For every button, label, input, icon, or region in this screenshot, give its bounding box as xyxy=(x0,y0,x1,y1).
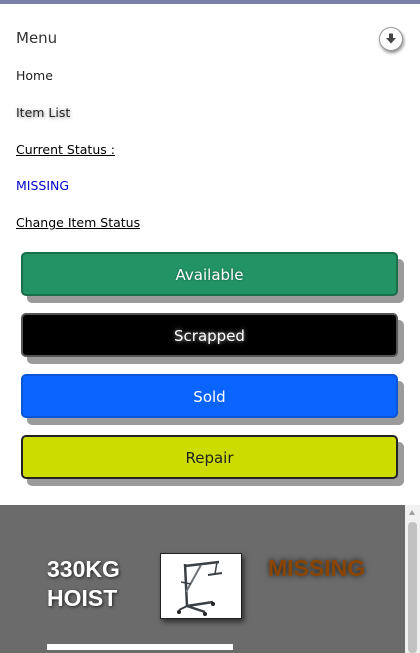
scrapped-button[interactable]: Scrapped xyxy=(21,313,398,357)
scrollbar-thumb[interactable] xyxy=(408,522,417,653)
change-item-status-label: Change Item Status xyxy=(16,215,141,230)
item-status-text: MISSING xyxy=(268,555,366,581)
menu-title: Menu xyxy=(16,29,58,47)
nav-item-list-link[interactable]: Item List xyxy=(16,105,70,120)
nav-home-link[interactable]: Home xyxy=(16,68,53,83)
top-accent-bar xyxy=(0,0,420,4)
download-arrow-icon xyxy=(386,33,396,44)
item-name: 330KG HOIST xyxy=(47,556,120,611)
available-button[interactable]: Available xyxy=(21,252,398,296)
download-button[interactable] xyxy=(379,27,403,51)
item-photo xyxy=(160,553,242,619)
sold-button[interactable]: Sold xyxy=(21,374,398,418)
progress-bar xyxy=(47,644,233,650)
repair-button[interactable]: Repair xyxy=(21,435,398,479)
current-status-label: Current Status : xyxy=(16,142,115,157)
scroll-up-arrow-icon[interactable] xyxy=(409,510,415,515)
current-status-value: MISSING xyxy=(16,178,70,193)
hoist-image xyxy=(177,560,223,616)
